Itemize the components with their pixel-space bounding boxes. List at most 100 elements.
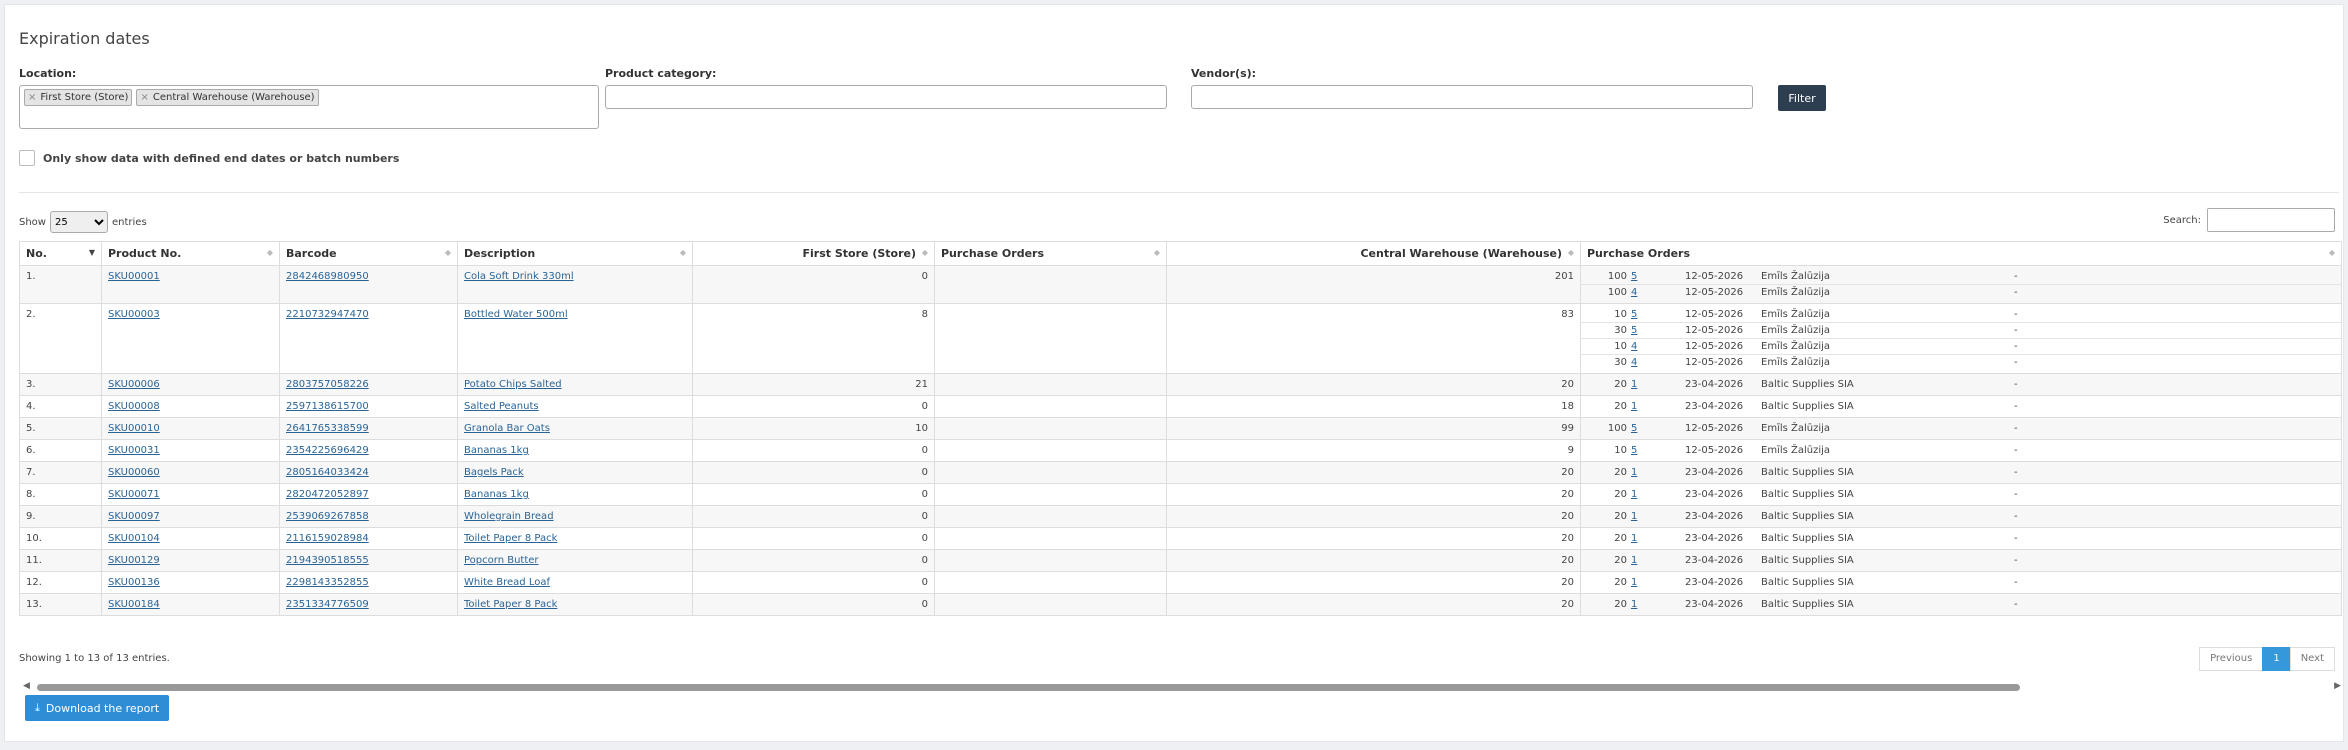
col-header-description[interactable]: Description ◆ xyxy=(457,241,693,266)
product-link[interactable]: SKU00184 xyxy=(108,599,160,610)
search-input[interactable] xyxy=(2207,208,2335,232)
po-number-link[interactable]: 1 xyxy=(1631,401,1637,412)
description-link[interactable]: Wholegrain Bread xyxy=(464,511,554,522)
cell-warehouse-purchase-orders: 20 1 23-04-2026 Baltic Supplies SIA - xyxy=(1580,483,2342,506)
product-link[interactable]: SKU00104 xyxy=(108,533,160,544)
scroll-right-icon[interactable]: ▶ xyxy=(2334,681,2341,691)
po-number-link[interactable]: 1 xyxy=(1631,379,1637,390)
horizontal-scrollbar[interactable]: ◀ ▶ xyxy=(23,681,2341,693)
po-number-link[interactable]: 1 xyxy=(1631,467,1637,478)
table-row: 2. SKU00003 2210732947470 Bottled Water 500… xyxy=(19,303,2342,374)
description-link[interactable]: Toilet Paper 8 Pack xyxy=(464,533,557,544)
cell-store-purchase-orders xyxy=(934,571,1167,594)
po-date: 12-05-2026 xyxy=(1685,357,1744,368)
pagination-previous[interactable]: Previous xyxy=(2199,647,2264,671)
product-link[interactable]: SKU00071 xyxy=(108,489,160,500)
col-header-barcode[interactable]: Barcode ◆ xyxy=(279,241,458,266)
po-number-link[interactable]: 4 xyxy=(1631,287,1637,298)
defined-dates-option[interactable]: Only show data with defined end dates or… xyxy=(19,150,399,166)
po-number-link[interactable]: 5 xyxy=(1631,309,1637,320)
description-link[interactable]: Potato Chips Salted xyxy=(464,379,562,390)
po-quantity: 20 xyxy=(1614,599,1627,610)
barcode-link[interactable]: 2351334776509 xyxy=(286,599,369,610)
cell-no: 9. xyxy=(19,505,102,528)
scroll-left-icon[interactable]: ◀ xyxy=(23,681,30,691)
cell-product-no: SKU00184 xyxy=(101,593,280,616)
location-multiselect[interactable]: × First Store (Store) × Central Warehouse (… xyxy=(19,85,599,129)
tag-remove-icon[interactable]: × xyxy=(28,92,36,103)
description-link[interactable]: Cola Soft Drink 330ml xyxy=(464,271,574,282)
product-link[interactable]: SKU00136 xyxy=(108,577,160,588)
barcode-link[interactable]: 2539069267858 xyxy=(286,511,369,522)
barcode-link[interactable]: 2116159028984 xyxy=(286,533,369,544)
expiration-table: No. ▼ Product No. ◆ Barcode ◆ Description ◆ … xyxy=(19,241,2342,616)
barcode-link[interactable]: 2842468980950 xyxy=(286,271,369,282)
description-link[interactable]: Bananas 1kg xyxy=(464,489,529,500)
col-header-no[interactable]: No. ▼ xyxy=(19,241,102,266)
col-header-central-warehouse[interactable]: Central Warehouse (Warehouse) ◆ xyxy=(1166,241,1581,266)
po-number-link[interactable]: 1 xyxy=(1631,555,1637,566)
cell-product-no: SKU00060 xyxy=(101,461,280,484)
cell-store-purchase-orders xyxy=(934,395,1167,418)
location-label: Location: xyxy=(19,67,77,80)
description-link[interactable]: Toilet Paper 8 Pack xyxy=(464,599,557,610)
po-number-link[interactable]: 1 xyxy=(1631,489,1637,500)
defined-dates-checkbox[interactable] xyxy=(19,150,35,166)
barcode-link[interactable]: 2354225696429 xyxy=(286,445,369,456)
po-number-link[interactable]: 1 xyxy=(1631,577,1637,588)
product-link[interactable]: SKU00003 xyxy=(108,309,160,320)
product-link[interactable]: SKU00010 xyxy=(108,423,160,434)
category-select[interactable] xyxy=(605,85,1167,109)
barcode-link[interactable]: 2597138615700 xyxy=(286,401,369,412)
po-number-link[interactable]: 1 xyxy=(1631,533,1637,544)
description-link[interactable]: Granola Bar Oats xyxy=(464,423,550,434)
product-link[interactable]: SKU00001 xyxy=(108,271,160,282)
barcode-link[interactable]: 2803757058226 xyxy=(286,379,369,390)
barcode-link[interactable]: 2210732947470 xyxy=(286,309,369,320)
description-link[interactable]: Bagels Pack xyxy=(464,467,524,478)
filter-button[interactable]: Filter xyxy=(1778,85,1826,111)
po-number-link[interactable]: 5 xyxy=(1631,271,1637,282)
download-report-button[interactable]: ⤓ Download the report xyxy=(25,695,170,721)
po-number-link[interactable]: 4 xyxy=(1631,341,1637,352)
barcode-link[interactable]: 2805164033424 xyxy=(286,467,369,478)
po-number-link[interactable]: 1 xyxy=(1631,599,1637,610)
product-link[interactable]: SKU00006 xyxy=(108,379,160,390)
location-tag[interactable]: × First Store (Store) xyxy=(24,89,133,106)
product-link[interactable]: SKU00129 xyxy=(108,555,160,566)
product-link[interactable]: SKU00060 xyxy=(108,467,160,478)
description-link[interactable]: White Bread Loaf xyxy=(464,577,550,588)
po-number-link[interactable]: 5 xyxy=(1631,423,1637,434)
product-link[interactable]: SKU00097 xyxy=(108,511,160,522)
scrollbar-thumb[interactable] xyxy=(37,684,2020,691)
col-header-product-no[interactable]: Product No. ◆ xyxy=(101,241,280,266)
product-link[interactable]: SKU00031 xyxy=(108,445,160,456)
barcode-link[interactable]: 2194390518555 xyxy=(286,555,369,566)
po-date: 23-04-2026 xyxy=(1685,533,1744,544)
description-link[interactable]: Bottled Water 500ml xyxy=(464,309,568,320)
pagination-next[interactable]: Next xyxy=(2289,647,2335,671)
po-number-link[interactable]: 5 xyxy=(1631,325,1637,336)
po-number-link[interactable]: 5 xyxy=(1631,445,1637,456)
product-link[interactable]: SKU00008 xyxy=(108,401,160,412)
tag-remove-icon[interactable]: × xyxy=(140,92,148,103)
col-header-first-store[interactable]: First Store (Store) ◆ xyxy=(692,241,935,266)
vendor-select[interactable] xyxy=(1191,85,1753,109)
po-number-link[interactable]: 1 xyxy=(1631,511,1637,522)
description-link[interactable]: Bananas 1kg xyxy=(464,445,529,456)
description-link[interactable]: Salted Peanuts xyxy=(464,401,539,412)
po-number-link[interactable]: 4 xyxy=(1631,357,1637,368)
purchase-order-line: 20 1 23-04-2026 Baltic Supplies SIA - xyxy=(1582,465,2341,481)
cell-no: 12. xyxy=(19,571,102,594)
pagination-page[interactable]: 1 xyxy=(2262,647,2291,671)
description-link[interactable]: Popcorn Butter xyxy=(464,555,539,566)
sort-icon: ◆ xyxy=(1153,248,1160,257)
entries-select[interactable]: 25 xyxy=(49,211,108,233)
table-row: 10. SKU00104 2116159028984 Toilet Paper 8 P… xyxy=(19,527,2342,550)
barcode-link[interactable]: 2641765338599 xyxy=(286,423,369,434)
barcode-link[interactable]: 2820472052897 xyxy=(286,489,369,500)
location-tag[interactable]: × Central Warehouse (Warehouse) xyxy=(136,89,319,106)
barcode-link[interactable]: 2298143352855 xyxy=(286,577,369,588)
col-header-purchase-orders-store[interactable]: Purchase Orders ◆ xyxy=(934,241,1167,266)
col-header-purchase-orders-warehouse[interactable]: Purchase Orders ◆ xyxy=(1580,241,2342,266)
